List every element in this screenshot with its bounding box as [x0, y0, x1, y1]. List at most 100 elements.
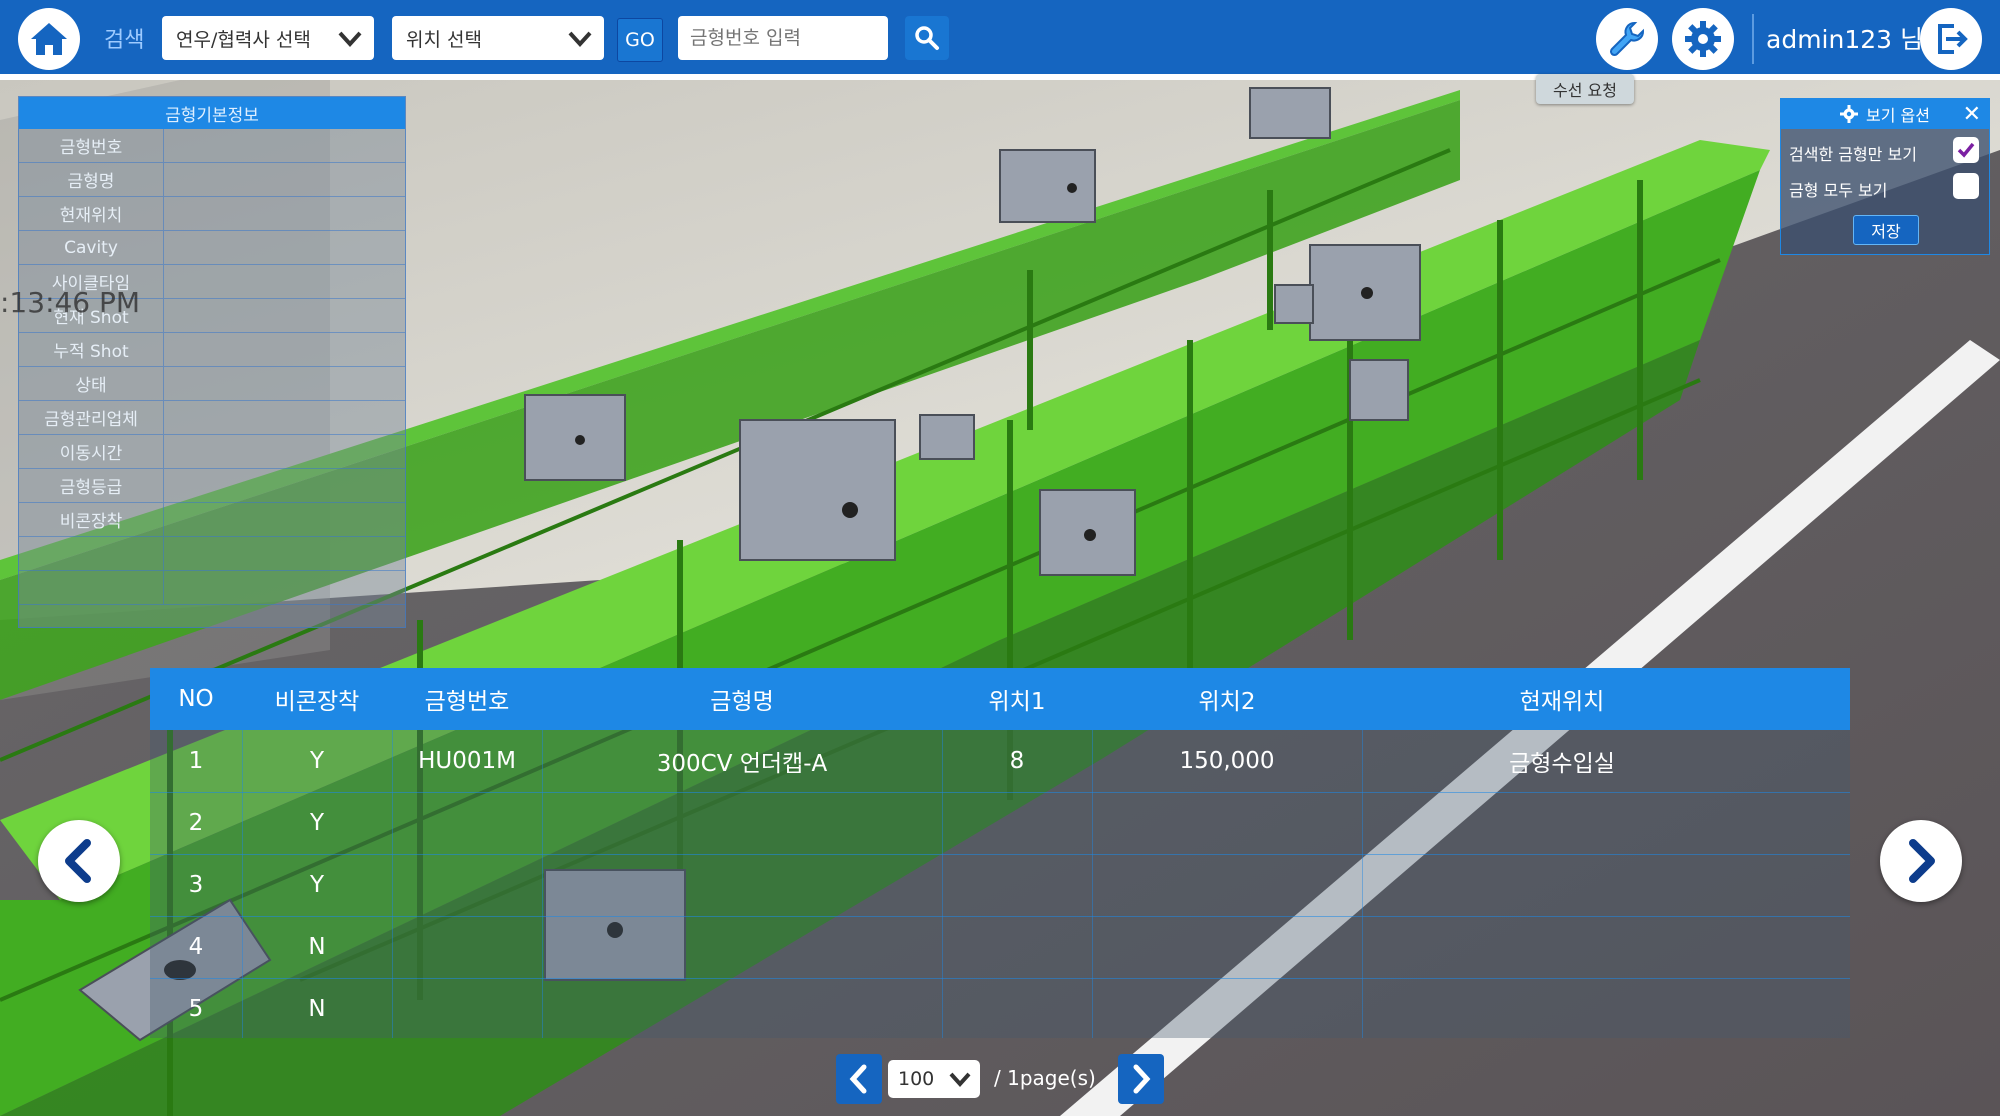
mold-number-input[interactable] — [678, 16, 888, 60]
info-row: 상태 — [19, 367, 405, 401]
table-row[interactable]: 3 Y — [150, 854, 1850, 917]
table-row[interactable]: 2 Y — [150, 792, 1850, 855]
user-name: admin123 님 — [1766, 25, 1923, 54]
cell-no: 2 — [188, 809, 204, 836]
col-header-mold-name: 금형명 — [710, 689, 774, 715]
table-row[interactable]: 4 N — [150, 916, 1850, 979]
search-label: 검색 — [104, 28, 145, 53]
mold-table: NO 비콘장착 금형번호 금형명 위치1 위치2 현재위치 1 Y HU001M… — [150, 668, 1850, 1038]
repair-request-tooltip: 수선 요청 — [1536, 74, 1634, 104]
option-searched-only-checkbox[interactable] — [1953, 137, 1979, 163]
next-page-button[interactable] — [1118, 1054, 1164, 1104]
cell-current-location: 금형수입실 — [1509, 750, 1615, 777]
close-icon[interactable]: ✕ — [1963, 102, 1981, 127]
previous-button[interactable] — [38, 820, 120, 902]
divider — [1752, 14, 1754, 64]
chevron-right-icon — [1133, 1064, 1151, 1094]
info-label: 금형명 — [19, 163, 164, 196]
page-info: / 1page(s) — [994, 1066, 1096, 1090]
location-select[interactable]: 위치 선택 — [392, 16, 604, 60]
cell-beacon: Y — [309, 871, 325, 898]
settings-button[interactable] — [1672, 8, 1734, 70]
location-select-value: 위치 선택 — [406, 28, 482, 51]
cell-beacon: Y — [309, 747, 325, 774]
option-show-all-checkbox[interactable] — [1953, 173, 1979, 199]
cell-mold-no: HU001M — [418, 747, 516, 774]
search-icon — [915, 26, 939, 50]
cell-no: 4 — [188, 933, 204, 960]
cell-location1: 8 — [1009, 747, 1025, 774]
chevron-down-icon — [338, 31, 362, 47]
chevron-down-icon — [568, 31, 592, 47]
info-row: 금형번호 — [19, 129, 405, 163]
top-bar: 검색 연우/협력사 선택 위치 선택 GO 금형번호 입력 admin123 님 — [0, 0, 2000, 80]
chevron-left-icon — [65, 839, 91, 883]
info-label: 이동시간 — [19, 435, 164, 468]
home-button[interactable] — [18, 8, 80, 70]
info-row: 현재위치 — [19, 197, 405, 231]
search-button[interactable] — [905, 16, 949, 60]
chevron-down-icon — [949, 1072, 971, 1087]
home-icon — [31, 23, 67, 55]
info-row: 누적 Shot — [19, 333, 405, 367]
info-row: 비콘장착 — [19, 503, 405, 537]
info-row: 금형등급 — [19, 469, 405, 503]
info-row: 금형명 — [19, 163, 405, 197]
mold-info-panel: 금형기본정보 금형번호 금형명 현재위치 Cavity 사이클타임 현재 Sho… — [18, 96, 406, 628]
cell-mold-name: 300CV 언더캡-A — [656, 750, 828, 777]
info-label: 상태 — [19, 367, 164, 400]
company-select[interactable]: 연우/협력사 선택 — [162, 16, 374, 60]
prev-page-button[interactable] — [836, 1054, 882, 1104]
table-row[interactable]: 5 N — [150, 978, 1850, 1040]
cell-no: 3 — [188, 871, 204, 898]
cell-location2: 150,000 — [1179, 747, 1275, 774]
info-row: Cavity — [19, 231, 405, 265]
info-label: 현재위치 — [19, 197, 164, 230]
info-row: 금형관리업체 — [19, 401, 405, 435]
info-row — [19, 537, 405, 571]
view-options-panel: 보기 옵션 ✕ 검색한 금형만 보기 금형 모두 보기 저장 — [1780, 98, 1990, 255]
cell-no: 5 — [188, 995, 204, 1022]
logout-icon — [1938, 24, 1968, 54]
view-options-title: 보기 옵션 — [1866, 106, 1930, 125]
info-label: Cavity — [19, 231, 164, 264]
logout-button[interactable] — [1920, 8, 1982, 70]
info-row — [19, 571, 405, 605]
go-button[interactable]: GO — [617, 18, 663, 62]
table-body: 1 Y HU001M 300CV 언더캡-A 8 150,000 금형수입실 2… — [150, 730, 1850, 1038]
chevron-left-icon — [849, 1064, 867, 1094]
col-header-beacon: 비콘장착 — [274, 689, 360, 715]
col-header-current-location: 현재위치 — [1519, 689, 1605, 715]
table-header: NO 비콘장착 금형번호 금형명 위치1 위치2 현재위치 — [150, 668, 1850, 730]
info-label: 금형관리업체 — [19, 401, 164, 434]
table-row[interactable]: 1 Y HU001M 300CV 언더캡-A 8 150,000 금형수입실 — [150, 730, 1850, 793]
info-label: 금형등급 — [19, 469, 164, 502]
wrench-icon — [1609, 22, 1644, 57]
repair-request-button[interactable] — [1596, 8, 1658, 70]
mold-info-title: 금형기본정보 — [19, 97, 405, 129]
option-searched-only-label: 검색한 금형만 보기 — [1789, 145, 1917, 164]
info-label: 금형번호 — [19, 129, 164, 162]
cell-no: 1 — [188, 747, 204, 774]
page-size-select[interactable]: 100 — [888, 1060, 980, 1098]
option-show-all-label: 금형 모두 보기 — [1789, 181, 1888, 200]
checkmark-icon — [1957, 142, 1975, 158]
info-label: 누적 Shot — [19, 333, 164, 366]
page-size-value: 100 — [898, 1068, 935, 1090]
col-header-no: NO — [178, 686, 214, 712]
scene-clock-text: :13:46 PM — [0, 286, 141, 319]
cell-beacon: N — [308, 933, 326, 960]
company-select-value: 연우/협력사 선택 — [176, 28, 311, 51]
col-header-location2: 위치2 — [1198, 689, 1256, 715]
cell-beacon: N — [308, 995, 326, 1022]
col-header-location1: 위치1 — [988, 689, 1046, 715]
chevron-right-icon — [1909, 839, 1935, 883]
gear-icon — [1840, 105, 1859, 123]
view-options-header: 보기 옵션 ✕ — [1781, 99, 1989, 129]
next-button[interactable] — [1880, 820, 1962, 902]
col-header-mold-no: 금형번호 — [424, 689, 510, 715]
save-button[interactable]: 저장 — [1853, 215, 1919, 245]
info-row: 이동시간 — [19, 435, 405, 469]
gear-icon — [1685, 21, 1721, 57]
info-label: 비콘장착 — [19, 503, 164, 536]
